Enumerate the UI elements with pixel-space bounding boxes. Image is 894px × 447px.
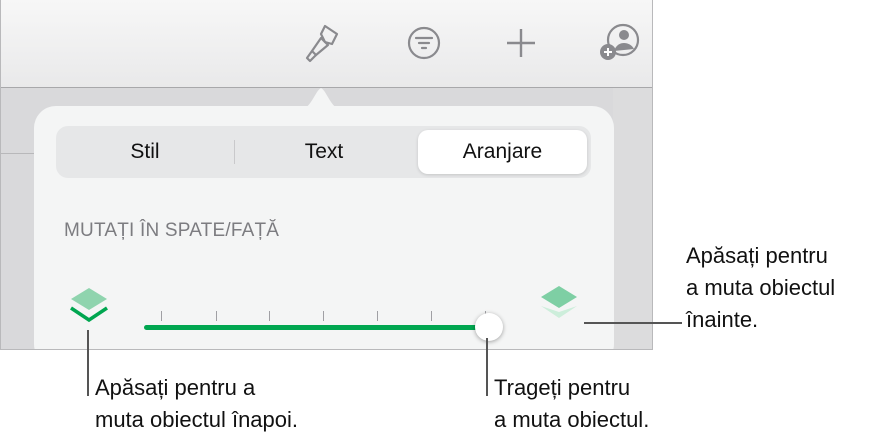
slider-knob[interactable]	[475, 313, 503, 341]
segmented-control: Stil Text Aranjare	[56, 126, 591, 178]
callout-text: înainte.	[686, 307, 759, 332]
callout-backward: Apăsați pentru a muta obiectul înapoi.	[95, 372, 298, 436]
slider-tick	[269, 311, 270, 321]
app-screenshot: Stil Text Aranjare MUTAȚI ÎN SPATE/FAȚĂ	[0, 0, 653, 350]
slider-tick	[377, 311, 378, 321]
callout-text: a muta obiectul.	[494, 407, 650, 432]
tab-stil[interactable]: Stil	[56, 126, 234, 178]
callout-line-backward	[87, 330, 89, 396]
callout-drag: Trageți pentru a muta obiectul.	[494, 372, 649, 436]
callout-line-forward	[584, 322, 682, 324]
callout-text: Apăsați pentru a	[95, 375, 256, 400]
section-header: MUTAȚI ÎN SPATE/FAȚĂ	[64, 220, 280, 241]
tab-text[interactable]: Text	[235, 126, 413, 178]
document-edge	[613, 88, 652, 349]
slider-tick	[216, 311, 217, 321]
paintbrush-icon[interactable]	[299, 20, 345, 66]
format-popover: Stil Text Aranjare MUTAȚI ÎN SPATE/FAȚĂ	[34, 106, 614, 349]
move-backward-icon[interactable]	[67, 284, 111, 324]
slider-tick	[161, 311, 162, 321]
slider-tick	[431, 311, 432, 321]
callout-text: a muta obiectul	[686, 275, 836, 300]
callout-forward: Apăsați pentru a muta obiectul înainte.	[686, 240, 835, 336]
slider-tick	[323, 311, 324, 321]
callout-text: Apăsați pentru	[686, 243, 828, 268]
callout-text: Trageți pentru	[494, 375, 631, 400]
callout-text: muta obiectul înapoi.	[95, 407, 299, 432]
callout-line-drag	[486, 338, 488, 396]
filter-icon[interactable]	[401, 20, 447, 66]
toolbar	[1, 0, 652, 88]
add-collaborator-icon[interactable]	[595, 20, 641, 66]
tab-aranjare[interactable]: Aranjare	[418, 130, 587, 174]
slider-track[interactable]	[144, 325, 489, 330]
move-forward-icon[interactable]	[537, 284, 581, 324]
plus-icon[interactable]	[498, 20, 544, 66]
